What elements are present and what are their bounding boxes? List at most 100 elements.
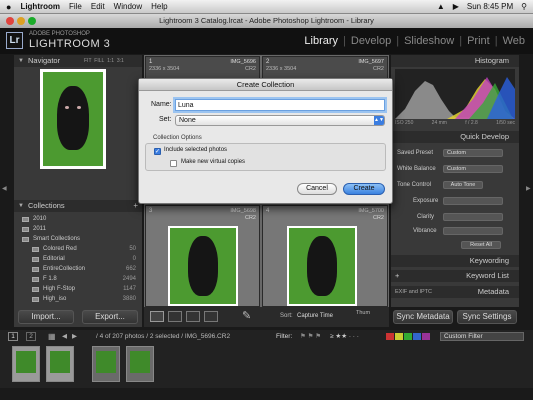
collection-item[interactable]: High_iso 3880	[14, 295, 142, 304]
rating-filter-stars[interactable]: ≥ ★★ · · ·	[330, 330, 359, 343]
module-library[interactable]: Library	[304, 35, 338, 47]
grid-view-icon[interactable]	[150, 311, 164, 322]
collection-item[interactable]: High F-Stop 1147	[14, 285, 142, 294]
grid-icon[interactable]: ▦	[48, 330, 56, 343]
module-web[interactable]: Web	[503, 35, 525, 47]
clarity-stepper[interactable]	[443, 213, 503, 221]
sync-settings-button[interactable]: Sync Settings	[457, 310, 517, 324]
import-button[interactable]: Import...	[18, 310, 74, 324]
page-1-button[interactable]: 1	[8, 332, 18, 341]
zoom-fill[interactable]: FILL	[94, 58, 104, 64]
collection-name: F 1.8	[43, 276, 57, 282]
filmstrip-status: / 4 of 207 photos / 2 selected / IMG_569…	[96, 333, 231, 340]
collection-item[interactable]: Colored Red 50	[14, 245, 142, 254]
forward-arrow-icon[interactable]: ▶	[72, 330, 77, 343]
filmstrip-thumb[interactable]	[46, 346, 74, 382]
painter-icon[interactable]: ✎	[242, 309, 251, 322]
custom-filter-select[interactable]: Custom Filter	[440, 332, 524, 341]
module-separator: |	[494, 35, 498, 47]
keywording-header[interactable]: Keywording	[391, 255, 519, 267]
create-button[interactable]: Create	[343, 183, 385, 195]
survey-view-icon[interactable]	[204, 311, 218, 322]
right-panel-toggle-icon[interactable]: ▶	[526, 185, 531, 192]
white-balance-select[interactable]: Custom	[443, 165, 503, 173]
module-slideshow[interactable]: Slideshow	[404, 35, 454, 47]
reset-all-button[interactable]: Reset All	[461, 241, 501, 249]
cell-dims: 2336 x 3504	[149, 66, 180, 72]
vibrance-stepper[interactable]	[443, 227, 503, 235]
wifi-icon[interactable]: ▲	[437, 2, 445, 11]
zoom-1-1[interactable]: 1:1	[107, 58, 114, 64]
zoom-3-1[interactable]: 3:1	[117, 58, 124, 64]
cell-index: 1	[149, 59, 153, 65]
cell-filename: IMG_5697	[358, 59, 384, 65]
minimize-window-button[interactable]	[17, 17, 25, 25]
saved-preset-select[interactable]: Custom	[443, 149, 503, 157]
include-selected-label[interactable]: Include selected photos	[164, 147, 227, 153]
collection-item[interactable]: 2011	[14, 225, 142, 234]
collection-item[interactable]: Editorial 0	[14, 255, 142, 264]
menu-edit[interactable]: Edit	[91, 2, 105, 11]
sync-metadata-button[interactable]: Sync Metadata	[393, 310, 453, 324]
grid-cell-3[interactable]: 3 IMG_5698 CR2	[145, 205, 260, 307]
compare-view-icon[interactable]	[186, 311, 200, 322]
grid-cell-4[interactable]: 4 IMG_5700 CR2	[262, 205, 388, 307]
menu-help[interactable]: Help	[151, 2, 167, 11]
close-window-button[interactable]	[6, 17, 14, 25]
volume-icon[interactable]: ▶	[453, 2, 459, 11]
sort-select[interactable]: Capture Time	[297, 313, 333, 319]
loupe-view-icon[interactable]	[168, 311, 182, 322]
exposure-stepper[interactable]	[443, 197, 503, 205]
left-panel-toggle-icon[interactable]: ◀	[2, 185, 7, 192]
navigator-header[interactable]: ▼ Navigator FIT FILL 1:1 3:1	[14, 55, 142, 67]
flag-filter-icons[interactable]: ⚑ ⚑ ⚑	[300, 330, 321, 343]
collection-count: 50	[129, 246, 136, 252]
zoom-window-button[interactable]	[28, 17, 36, 25]
make-virtual-copies-checkbox[interactable]	[170, 160, 177, 167]
collection-name-input[interactable]	[175, 99, 385, 111]
apple-menu-icon[interactable]: ●	[6, 2, 11, 12]
back-arrow-icon[interactable]: ◀	[62, 330, 67, 343]
module-print[interactable]: Print	[467, 35, 490, 47]
filmstrip-thumb[interactable]	[12, 346, 40, 382]
collection-item[interactable]: F 1.8 2494	[14, 275, 142, 284]
auto-tone-button[interactable]: Auto Tone	[443, 181, 483, 189]
export-button[interactable]: Export...	[82, 310, 138, 324]
spotlight-icon[interactable]: ⚲	[521, 2, 527, 11]
quick-develop-header[interactable]: Quick Develop	[391, 131, 519, 143]
collection-count: 0	[132, 256, 136, 262]
cancel-button[interactable]: Cancel	[297, 183, 337, 195]
add-keyword-icon[interactable]: +	[395, 270, 399, 282]
clock[interactable]: Sun 8:45 PM	[467, 2, 513, 11]
filmstrip-thumb[interactable]	[126, 346, 154, 382]
navigator-preview[interactable]	[40, 69, 106, 169]
menu-window[interactable]: Window	[114, 2, 142, 11]
collection-set-select[interactable]: None ▲▼	[175, 115, 385, 126]
thumbnail-size-label: Thum	[356, 310, 371, 316]
menu-file[interactable]: File	[69, 2, 82, 11]
color-label-filter[interactable]	[386, 333, 430, 340]
filmstrip-thumb[interactable]	[92, 346, 120, 382]
collection-item[interactable]: Smart Collections	[14, 235, 142, 244]
zoom-fit[interactable]: FIT	[84, 58, 92, 64]
metadata-preset-select[interactable]: EXIF and IPTC	[395, 286, 432, 298]
collection-count: 3880	[122, 296, 136, 302]
white-balance-label: White Balance	[397, 166, 436, 172]
page-2-button[interactable]: 2	[26, 332, 36, 341]
collection-item[interactable]: EntireCollection 662	[14, 265, 142, 274]
keyword-list-title: Keyword List	[466, 271, 509, 280]
cell-dims: 2336 x 3504	[266, 66, 297, 72]
app-menu[interactable]: Lightroom	[20, 2, 60, 11]
collection-item[interactable]: 2010	[14, 215, 142, 224]
make-virtual-copies-label[interactable]: Make new virtual copies	[181, 159, 245, 165]
collections-header[interactable]: ▼ Collections +	[14, 200, 142, 212]
dog-photo	[57, 86, 89, 150]
right-panel: Histogram ISO 250 24 mm f / 2.8 1/50 sec…	[391, 55, 519, 307]
module-develop[interactable]: Develop	[351, 35, 391, 47]
include-selected-checkbox[interactable]: ✓	[154, 148, 161, 155]
histogram-header[interactable]: Histogram	[391, 55, 519, 67]
vibrance-label: Vibrance	[413, 228, 437, 234]
collection-set-icon	[22, 237, 29, 242]
keyword-list-header[interactable]: + Keyword List	[391, 270, 519, 282]
metadata-header[interactable]: EXIF and IPTC Metadata	[391, 286, 519, 298]
